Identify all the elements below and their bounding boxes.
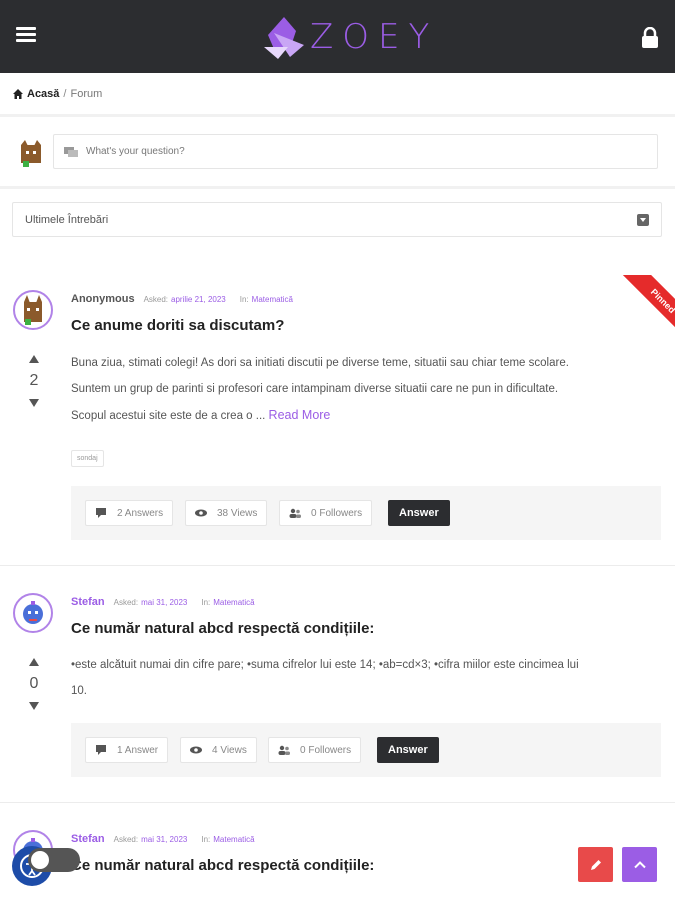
toggle-knob <box>31 851 49 869</box>
new-post-button[interactable] <box>578 847 613 882</box>
breadcrumb-current: Forum <box>70 87 103 100</box>
author-name[interactable]: Anonymous <box>71 293 135 305</box>
question-title[interactable]: Ce număr natural abcd respectă condițiil… <box>71 857 374 874</box>
asked-date[interactable]: mai 31, 2023 <box>141 598 187 607</box>
question-excerpt: Buna ziua, stimati colegi! As dori sa in… <box>71 350 661 429</box>
pinned-ribbon: Pinned <box>605 275 675 345</box>
in-label: In: <box>201 598 211 607</box>
eye-icon <box>190 746 202 754</box>
logo-mark-icon <box>264 17 304 59</box>
asked-label: Asked: <box>143 295 169 304</box>
downvote-icon[interactable] <box>29 399 39 407</box>
breadcrumb: Acasă / Forum <box>0 73 675 117</box>
in-label: In: <box>239 295 249 304</box>
users-icon <box>278 745 290 755</box>
chevron-up-icon <box>633 860 646 868</box>
vote-control: 0 <box>22 658 46 710</box>
views-count: 4 Views <box>180 737 257 763</box>
comment-icon <box>96 508 106 518</box>
comment-icon <box>96 745 106 755</box>
answers-count[interactable]: 1 Answer <box>85 737 169 763</box>
menu-icon[interactable] <box>16 27 36 43</box>
question-title[interactable]: Ce anume doriti sa discutam? <box>71 317 284 334</box>
asked-label: Asked: <box>113 835 139 844</box>
answers-count[interactable]: 2 Answers <box>85 500 174 526</box>
ask-question-input[interactable]: What's your question? <box>53 134 658 169</box>
views-count: 38 Views <box>185 500 268 526</box>
question-meta: Stefan Asked: mai 31, 2023 In: Matematic… <box>71 833 269 845</box>
upvote-icon[interactable] <box>29 355 39 363</box>
site-logo[interactable]: ZOEY <box>260 12 438 62</box>
home-icon <box>13 88 23 99</box>
scroll-top-button[interactable] <box>622 847 657 882</box>
answer-button[interactable]: Answer <box>377 737 439 763</box>
asked-date[interactable]: aprilie 21, 2023 <box>171 295 226 304</box>
read-more-link[interactable]: Read More <box>269 408 331 422</box>
question-card: Anonymous Asked: aprilie 21, 2023 In: Ma… <box>0 265 675 566</box>
top-header: ZOEY <box>0 0 675 73</box>
vote-count: 2 <box>29 372 39 389</box>
author-name[interactable]: Stefan <box>71 833 105 845</box>
breadcrumb-separator: / <box>63 87 67 100</box>
logo-text: ZOEY <box>310 17 439 57</box>
question-title[interactable]: Ce număr natural abcd respectă condițiil… <box>71 620 374 637</box>
user-avatar[interactable] <box>17 139 45 167</box>
pinned-label: Pinned <box>620 275 675 344</box>
question-meta: Stefan Asked: mai 31, 2023 In: Matematic… <box>71 596 269 608</box>
excerpt-line: Buna ziua, stimati colegi! As dori sa in… <box>71 357 569 369</box>
users-icon <box>289 508 301 518</box>
author-avatar[interactable] <box>13 290 53 330</box>
excerpt-line: Suntem un grup de parinti si profesori c… <box>71 383 559 395</box>
followers-count[interactable]: 0 Followers <box>279 500 373 526</box>
question-card: Stefan Asked: mai 31, 2023 In: Matematic… <box>0 566 675 803</box>
question-actions-bar: 1 Answer 4 Views 0 Followers Answer <box>71 723 661 777</box>
followers-count[interactable]: 0 Followers <box>268 737 362 763</box>
ask-question-placeholder: What's your question? <box>86 146 185 157</box>
question-excerpt: •este alcătuit numai din cifre pare; •su… <box>71 652 661 704</box>
chat-icon <box>64 146 78 157</box>
category-link[interactable]: Matematică <box>213 835 254 844</box>
lock-icon[interactable] <box>640 27 660 49</box>
asked-date[interactable]: mai 31, 2023 <box>141 835 187 844</box>
vote-count: 0 <box>29 675 39 692</box>
excerpt-line: •este alcătuit numai din cifre pare; •su… <box>71 659 579 671</box>
author-name[interactable]: Stefan <box>71 596 105 608</box>
vote-control: 2 <box>22 355 46 407</box>
pencil-icon <box>590 859 601 870</box>
question-card: Stefan Asked: mai 31, 2023 In: Matematic… <box>0 803 675 900</box>
excerpt-line: Scopul acestui site este de a crea o ...… <box>71 408 331 422</box>
category-link[interactable]: Matematică <box>252 295 293 304</box>
dark-mode-toggle[interactable] <box>28 848 80 872</box>
breadcrumb-home[interactable]: Acasă <box>27 88 59 100</box>
asked-label: Asked: <box>113 598 139 607</box>
filter-selected-value: Ultimele Întrebări <box>25 213 109 226</box>
ask-question-row: What's your question? <box>0 117 675 189</box>
chevron-down-icon <box>637 214 649 226</box>
in-label: In: <box>201 835 211 844</box>
downvote-icon[interactable] <box>29 702 39 710</box>
question-tag[interactable]: sondaj <box>71 450 104 467</box>
question-actions-bar: 2 Answers 38 Views 0 Followers Answer <box>71 486 661 540</box>
upvote-icon[interactable] <box>29 658 39 666</box>
excerpt-line: 10. <box>71 685 87 697</box>
category-link[interactable]: Matematică <box>213 598 254 607</box>
answer-button[interactable]: Answer <box>388 500 450 526</box>
question-filter-select[interactable]: Ultimele Întrebări <box>12 202 662 237</box>
eye-icon <box>195 509 207 517</box>
author-avatar[interactable] <box>13 593 53 633</box>
question-meta: Anonymous Asked: aprilie 21, 2023 In: Ma… <box>71 293 307 305</box>
